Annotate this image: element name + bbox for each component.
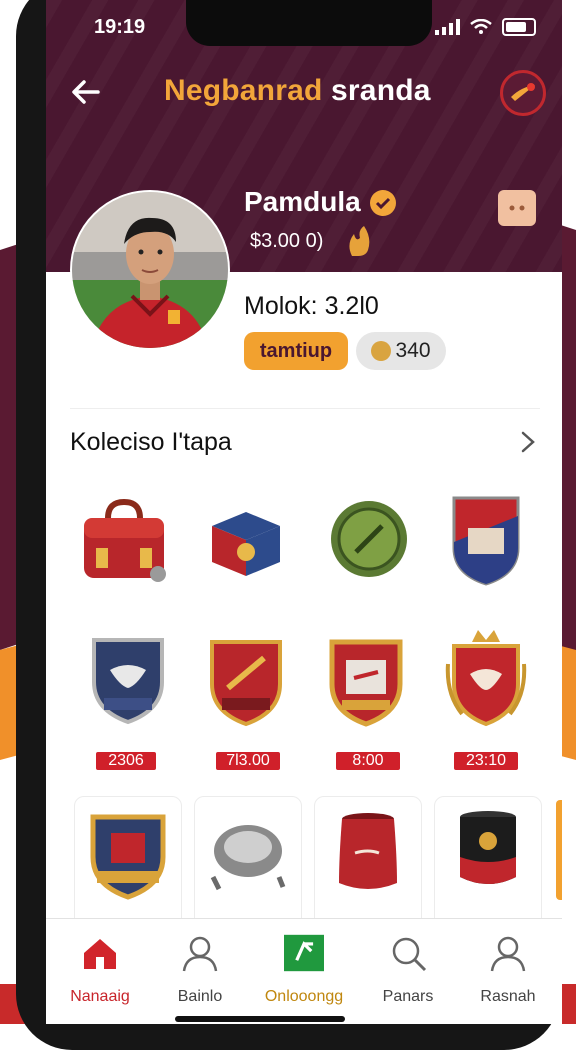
title-part-1: Negbanrad [164, 74, 323, 107]
tab-label: Bainlo [177, 988, 223, 1005]
home-icon [84, 939, 116, 969]
signal-icon [435, 19, 460, 35]
item-crest-gold-icon[interactable] [326, 632, 416, 727]
section-divider [70, 408, 540, 409]
battery-icon [502, 18, 536, 36]
back-arrow-icon[interactable] [70, 76, 102, 108]
item-cup-red-icon [339, 813, 397, 889]
price-tag: 23:10 [454, 752, 518, 770]
tab-label: Rasnah [480, 988, 536, 1005]
item-card[interactable] [434, 796, 542, 938]
collection-section-title: Kolecisо I'tapa [70, 428, 232, 456]
swoosh-icon [511, 83, 535, 101]
player-photo [72, 192, 228, 348]
item-card[interactable] [74, 796, 182, 938]
tab-account[interactable]: Rasnah [458, 933, 558, 1013]
bottom-tab-bar: Nanaaig Bainlo Onlooongg Panars Rasnah [46, 918, 562, 1024]
verified-badge-icon [370, 190, 396, 216]
avatar[interactable] [70, 190, 230, 350]
item-card[interactable] [314, 796, 422, 938]
player-balance: $3.00 0) [250, 230, 324, 252]
status-icons [435, 18, 536, 36]
item-cup-black-icon [460, 811, 516, 884]
tab-profile[interactable]: Bainlo [150, 933, 250, 1013]
device-notch [186, 0, 432, 46]
phone-frame: 19:19 Negbanrad sranda Pamdula $3.00 0) … [16, 0, 562, 1050]
search-icon [392, 937, 427, 972]
chevron-right-icon[interactable] [518, 430, 538, 454]
player-level: Molok: 3.2l0 [244, 292, 379, 320]
item-shield-icon[interactable] [450, 492, 540, 586]
primary-action-button[interactable]: tamtiup [244, 332, 348, 370]
item-crest-red-icon[interactable] [206, 632, 296, 727]
price-tag: 8:00 [336, 752, 400, 770]
home-indicator[interactable] [175, 1016, 345, 1022]
player-name: Pamdula [244, 186, 361, 217]
item-crest-trophy-icon [90, 814, 166, 900]
person-icon [490, 936, 526, 972]
title-part-2: sranda [331, 74, 431, 107]
app-screen: 19:19 Negbanrad sranda Pamdula $3.00 0) … [46, 0, 562, 1024]
item-bag-icon[interactable] [74, 494, 166, 584]
item-crest-crown-icon[interactable] [444, 624, 534, 727]
coin-balance-pill[interactable]: 340 [356, 332, 446, 370]
item-medal-icon[interactable] [328, 498, 418, 588]
brand-logo-icon[interactable] [500, 70, 546, 116]
more-items-tab[interactable] [556, 800, 562, 900]
price-tag: 7l3.00 [216, 752, 280, 770]
flame-icon [349, 226, 370, 256]
tab-label: Onlooongg [264, 988, 344, 1005]
item-ring-icon [210, 825, 286, 891]
tab-home[interactable]: Nanaaig [50, 933, 150, 1013]
page-title: Negbanrad sranda [164, 74, 431, 108]
tab-label: Nanaaig [70, 988, 130, 1005]
user-icon [182, 936, 218, 972]
tab-shop[interactable]: Onlooongg [254, 933, 354, 1013]
coin-amount: 340 [395, 339, 431, 362]
tab-search[interactable]: Panars [358, 933, 458, 1013]
item-crest-blue-icon[interactable] [86, 626, 176, 725]
tab-label: Panars [382, 988, 434, 1005]
shop-icon [284, 934, 324, 972]
item-box-icon[interactable] [206, 502, 296, 592]
options-badge-icon[interactable] [498, 190, 536, 226]
price-tag: 2306 [96, 752, 156, 770]
item-card[interactable] [194, 796, 302, 938]
status-time: 19:19 [94, 16, 146, 38]
coin-icon [371, 341, 392, 361]
wifi-icon [470, 19, 492, 34]
